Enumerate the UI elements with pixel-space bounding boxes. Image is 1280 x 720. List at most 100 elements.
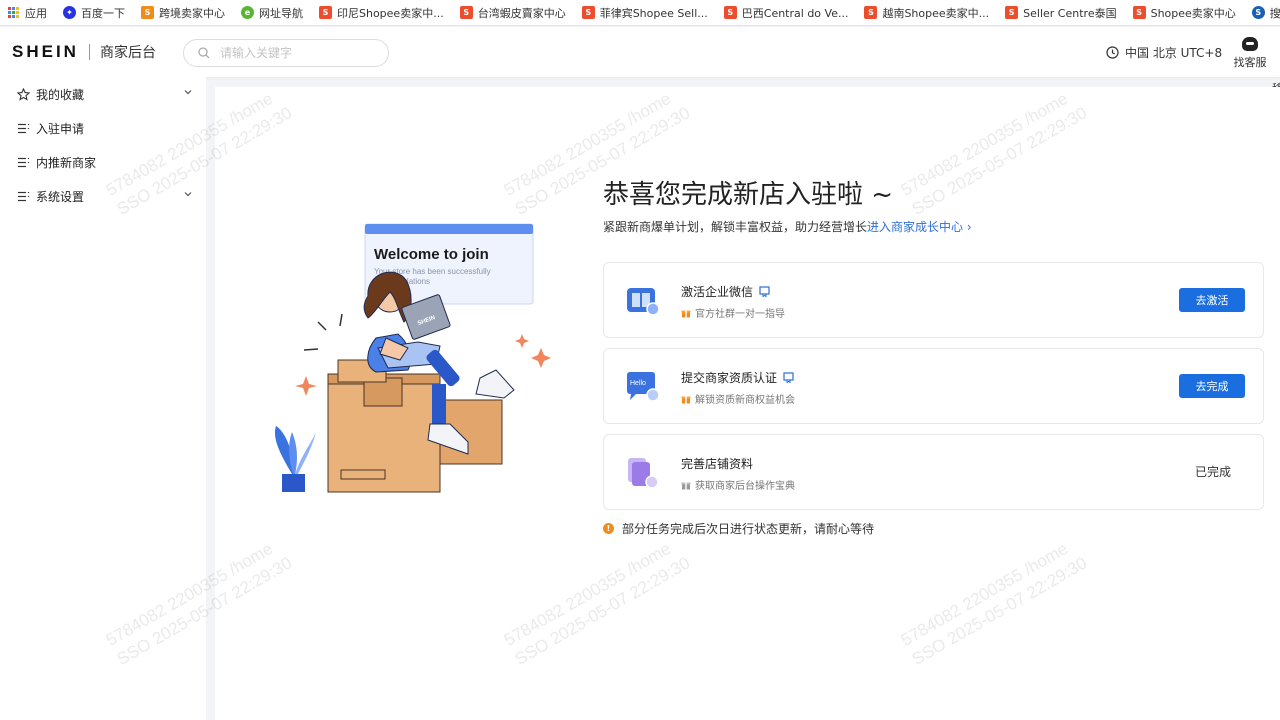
shopee-bag-icon: S: [864, 6, 878, 19]
list-icon: [18, 157, 30, 167]
bookmark-cross-border[interactable]: S 跨境卖家中心: [141, 5, 225, 21]
bookmark-label: 越南Shopee卖家中...: [882, 6, 990, 20]
task-subtitle: 获取商家后台操作宝典: [681, 477, 795, 492]
completed-status: 已完成: [1194, 465, 1231, 479]
top-header: SHEIN 商家后台 中国 北京 UTC+8 找客服 移: [0, 27, 1280, 95]
task-subtitle-text: 获取商家后台操作宝典: [695, 481, 795, 492]
welcome-card-title: Welcome to join: [374, 246, 489, 263]
cardboard-boxes: [327, 359, 503, 493]
sidebar: 我的收藏 入驻申请 内推新商家 系统设置: [0, 77, 206, 720]
nav-globe-icon: e: [241, 6, 254, 19]
task-title: 激活企业微信: [681, 283, 770, 300]
bookmark-label: Shopee卖家中心: [1150, 6, 1236, 20]
sidebar-item-application[interactable]: 入驻申请: [0, 111, 206, 145]
bookmark-nav[interactable]: e 网址导航: [241, 5, 303, 21]
chevron-down-icon: [184, 90, 192, 95]
bookmark-shopee-vn[interactable]: S 越南Shopee卖家中...: [864, 5, 989, 21]
timezone-label: 中国 北京 UTC+8: [1125, 46, 1223, 60]
robot-service-icon: [1242, 37, 1258, 51]
brand-subtitle: 商家后台: [99, 45, 156, 61]
shopee-bag-icon: S: [723, 6, 737, 19]
sidebar-item-settings[interactable]: 系统设置: [0, 179, 206, 213]
bookmark-label: 应用: [25, 6, 47, 20]
task-title: 完善店铺资料: [681, 455, 753, 472]
customer-service-label: 找客服: [1233, 56, 1267, 69]
shopee-bag-icon: S: [1132, 6, 1146, 19]
task-subtitle: 官方社群一对一指导: [681, 305, 785, 320]
sidebar-item-label: 我的收藏: [36, 87, 85, 102]
search-box[interactable]: [183, 39, 389, 67]
task-subtitle-text: 官方社群一对一指导: [695, 309, 785, 320]
plant-decoration: [274, 426, 316, 492]
bookmark-shopee-ph[interactable]: S 菲律宾Shopee Sell...: [581, 5, 708, 21]
baidu-paw-icon: ✦: [63, 6, 76, 19]
task-card-store-profile: 完善店铺资料 获取商家后台操作宝典 已完成: [603, 434, 1264, 510]
clock-icon: [1106, 46, 1119, 59]
task-card-wechat: 激活企业微信 官方社群一对一指导 去激活: [603, 262, 1264, 338]
timezone-selector[interactable]: 中国 北京 UTC+8: [1106, 44, 1222, 61]
sidebar-item-label: 内推新商家: [36, 155, 97, 170]
bookmark-shopee-br[interactable]: S 巴西Central do Ve...: [723, 5, 849, 21]
task-card-qualification: Hello 提交商家资质认证 解锁资质新商权益机会 去完成: [603, 348, 1264, 424]
bookmark-label: 印尼Shopee卖家中...: [337, 6, 444, 20]
sogou-icon: S: [1251, 6, 1265, 19]
subtitle-text: 紧跟新商爆单计划，解锁丰富权益，助力经营增长: [603, 220, 868, 234]
page-title: 恭喜您完成新店入驻啦 ~: [603, 180, 894, 210]
shein-cross-border-icon: S: [141, 6, 154, 19]
search-icon: [198, 47, 210, 59]
task-title: 提交商家资质认证: [681, 369, 794, 386]
sidebar-item-label: 入驻申请: [36, 121, 85, 136]
task-title-text: 完善店铺资料: [681, 457, 754, 471]
task-title-text: 提交商家资质认证: [681, 371, 778, 385]
shopee-bag-icon: S: [459, 6, 473, 19]
complete-button[interactable]: 去完成: [1179, 374, 1245, 398]
bookmark-seller-th[interactable]: S Seller Centre泰国: [1005, 5, 1117, 21]
shopee-bag-icon: S: [581, 6, 595, 19]
gift-icon: [681, 396, 691, 403]
bookmark-sogou[interactable]: S 搜狗网址导航 -: [1251, 5, 1280, 21]
brand-logo[interactable]: SHEIN: [12, 42, 79, 62]
bookmark-label: 跨境卖家中心: [159, 6, 225, 20]
hello-chat-icon: Hello: [627, 372, 660, 402]
page-subtitle: 紧跟新商爆单计划，解锁丰富权益，助力经营增长进入商家成长中心 ›: [603, 218, 972, 235]
list-icon: [18, 123, 30, 133]
shopee-bag-icon: S: [1005, 6, 1019, 19]
bookmark-apps[interactable]: 应用: [8, 5, 47, 21]
status-notice: ! 部分任务完成后次日进行状态更新，请耐心等待: [603, 520, 874, 537]
wechat-book-icon: [627, 288, 660, 316]
welcome-illustration: Welcome to join Your store has been succ…: [274, 223, 551, 493]
notice-text: 部分任务完成后次日进行状态更新，请耐心等待: [622, 522, 875, 536]
store-docs-icon: [628, 458, 659, 489]
bookmark-label: 台湾蝦皮賣家中心: [477, 6, 566, 20]
certificate-badge-icon: [759, 286, 770, 297]
activate-button[interactable]: 去激活: [1179, 288, 1245, 312]
gift-icon: [681, 310, 691, 317]
bookmark-label: 网址导航: [259, 6, 303, 20]
star-icon: [17, 87, 30, 101]
bookmark-label: Seller Centre泰国: [1023, 6, 1117, 20]
bookmark-shopee-cn[interactable]: S Shopee卖家中心: [1132, 5, 1236, 21]
chevron-down-icon: [184, 192, 192, 197]
bookmark-label: 搜狗网址导航 -: [1269, 6, 1280, 20]
task-subtitle: 解锁资质新商权益机会: [681, 391, 795, 406]
logo-divider: [88, 44, 90, 60]
bookmark-shopee-tw[interactable]: S 台湾蝦皮賣家中心: [459, 5, 566, 21]
bookmark-shopee-id[interactable]: S 印尼Shopee卖家中...: [319, 5, 444, 21]
bookmark-label: 百度一下: [81, 6, 125, 20]
sidebar-item-favorites[interactable]: 我的收藏: [0, 77, 206, 111]
bookmarks-bar: 应用 ✦ 百度一下 S 跨境卖家中心 e 网址导航 S 印尼Shopee卖家中.…: [0, 0, 1280, 26]
shopee-bag-icon: S: [319, 6, 332, 19]
svg-text:Hello: Hello: [630, 380, 646, 387]
customer-service-button[interactable]: 找客服: [1232, 37, 1268, 70]
search-input[interactable]: [220, 46, 380, 60]
list-icon: [18, 191, 30, 201]
bookmark-baidu[interactable]: ✦ 百度一下: [63, 5, 125, 21]
sidebar-item-label: 系统设置: [36, 189, 85, 204]
warning-icon: !: [603, 523, 614, 534]
growth-center-link[interactable]: 进入商家成长中心 ›: [867, 220, 972, 234]
apps-grid-icon: [8, 7, 19, 18]
task-subtitle-text: 解锁资质新商权益机会: [695, 395, 795, 406]
bookmark-label: 巴西Central do Ve...: [741, 6, 849, 20]
sidebar-item-referral[interactable]: 内推新商家: [0, 145, 206, 179]
gift-icon: [681, 482, 691, 489]
